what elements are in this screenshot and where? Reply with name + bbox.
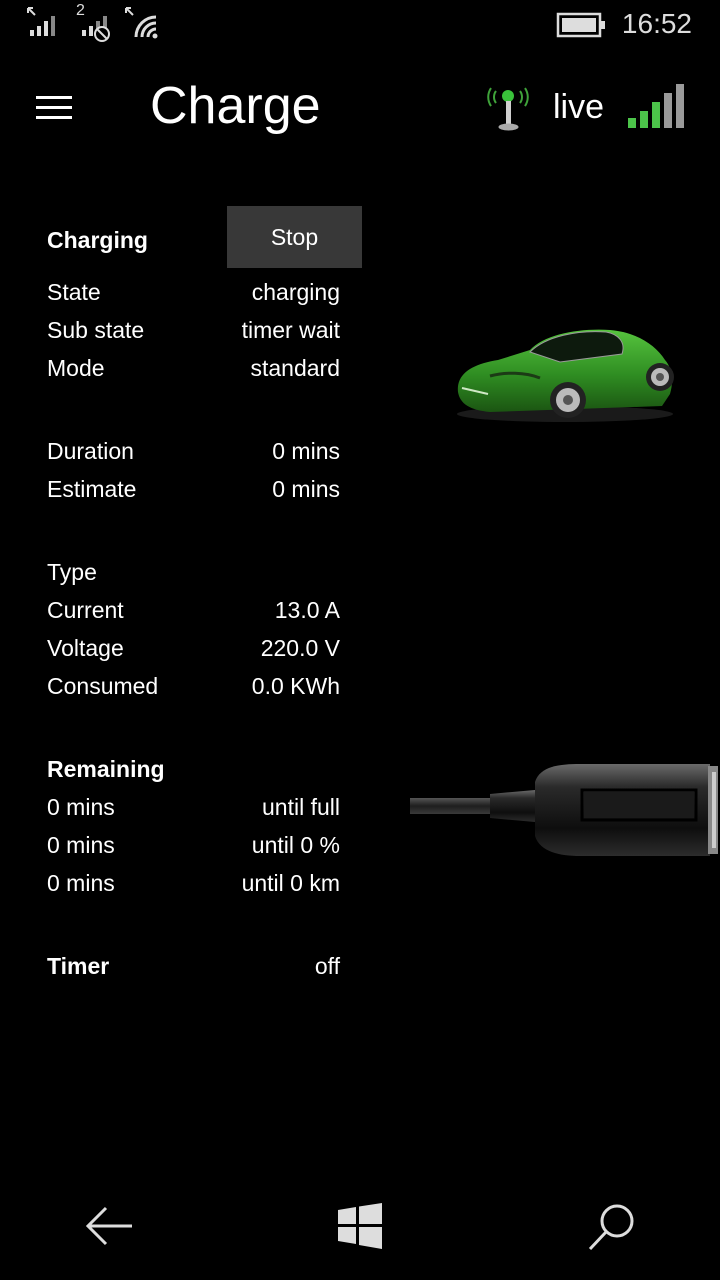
remaining-full-label: 0 mins xyxy=(47,794,115,820)
signal-strength-icon xyxy=(628,84,684,128)
timer-label: Timer xyxy=(47,953,110,979)
current-label: Current xyxy=(47,597,124,623)
status-time: 16:52 xyxy=(621,8,692,39)
estimate-label: Estimate xyxy=(47,476,137,502)
remaining-percent-value: until 0 % xyxy=(251,832,340,858)
page-title: Charge xyxy=(150,77,321,135)
car-image xyxy=(457,329,674,422)
stop-button[interactable]: Stop xyxy=(227,206,362,268)
hamburger-icon[interactable] xyxy=(36,96,72,120)
remaining-full-value: until full xyxy=(262,794,340,820)
sub-state-value: timer wait xyxy=(241,317,340,343)
remaining-heading: Remaining xyxy=(47,756,165,782)
navigation-bar xyxy=(0,1175,720,1280)
charger-plug-image xyxy=(410,764,718,856)
duration-label: Duration xyxy=(47,438,134,464)
antenna-icon xyxy=(487,87,529,131)
status-bar: 2 16:52 xyxy=(0,0,720,50)
battery-icon xyxy=(556,12,605,38)
remaining-km-label: 0 mins xyxy=(47,870,115,896)
state-label: State xyxy=(47,279,101,305)
consumed-label: Consumed xyxy=(47,673,159,699)
search-icon[interactable] xyxy=(586,1201,638,1253)
estimate-value: 0 mins xyxy=(272,476,340,502)
windows-icon[interactable] xyxy=(337,1203,383,1249)
duration-value: 0 mins xyxy=(272,438,340,464)
live-status: live xyxy=(553,88,605,126)
wifi-icon xyxy=(125,7,158,39)
voltage-value: 220.0 V xyxy=(260,635,340,661)
type-label: Type xyxy=(47,559,97,585)
current-value: 13.0 A xyxy=(274,597,340,623)
remaining-km-value: until 0 km xyxy=(241,870,340,896)
charging-heading: Charging xyxy=(47,227,148,253)
mode-value: standard xyxy=(250,355,340,381)
state-value: charging xyxy=(251,279,340,305)
voltage-label: Voltage xyxy=(47,635,124,661)
consumed-value: 0.0 KWh xyxy=(251,673,340,699)
sub-state-label: Sub state xyxy=(47,317,145,343)
remaining-percent-label: 0 mins xyxy=(47,832,115,858)
timer-value: off xyxy=(314,953,340,979)
sim2-signal-icon xyxy=(82,16,110,42)
back-icon[interactable] xyxy=(84,1205,134,1247)
mode-label: Mode xyxy=(47,355,105,381)
signal-icon xyxy=(27,7,55,36)
